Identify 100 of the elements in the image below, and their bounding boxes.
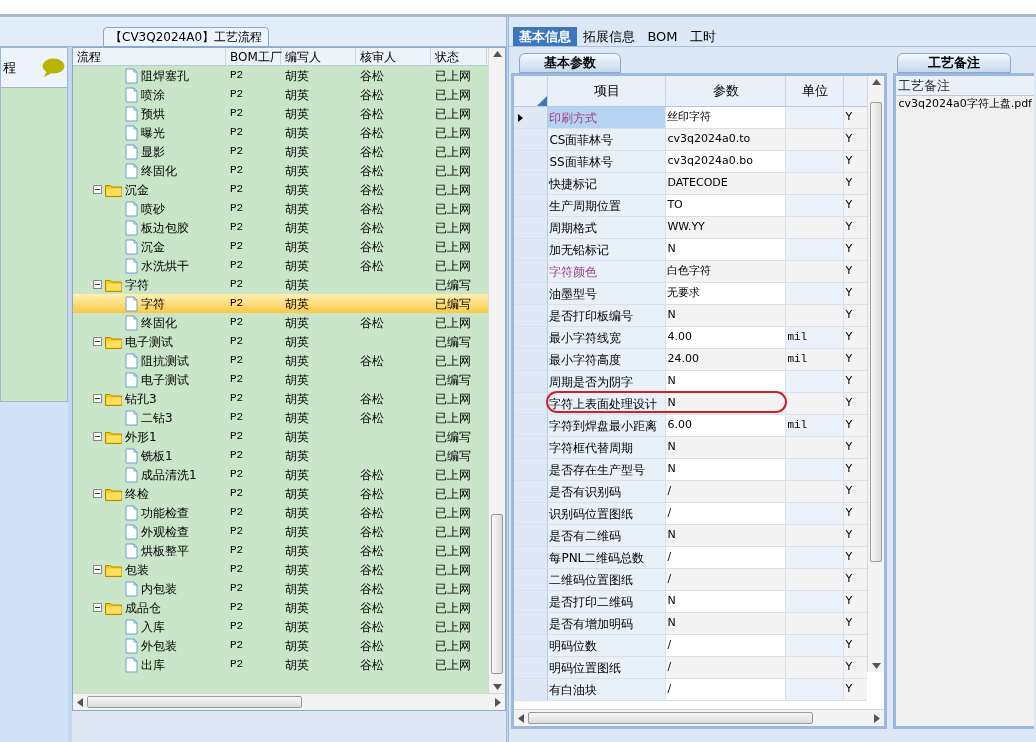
- param-row[interactable]: 有白油块 / Y: [514, 679, 868, 701]
- table-cell-text: 胡英: [285, 542, 309, 560]
- scroll-up-icon[interactable]: [871, 79, 881, 85]
- collapse-toggle[interactable]: [93, 565, 102, 574]
- tree-row[interactable]: 终固化 P2 胡英 谷松 已上网: [73, 313, 488, 332]
- tree-row[interactable]: 出库 P2 胡英 谷松 已上网: [73, 655, 488, 674]
- param-row[interactable]: 生产周期位置 TO Y: [514, 195, 868, 217]
- tree-row[interactable]: 包装 P2 胡英 谷松 已上网: [73, 560, 488, 579]
- param-row[interactable]: 识别码位置图纸 / Y: [514, 503, 868, 525]
- tree-row[interactable]: 入库 P2 胡英 谷松 已上网: [73, 617, 488, 636]
- table-cell-text: P2: [230, 163, 244, 179]
- collapse-toggle[interactable]: [93, 603, 102, 612]
- tree-row[interactable]: 板边包胶 P2 胡英 谷松 已上网: [73, 218, 488, 237]
- collapse-toggle[interactable]: [93, 489, 102, 498]
- scroll-down-icon[interactable]: [871, 663, 881, 669]
- tree-row[interactable]: 外形1 P2 胡英 已编写: [73, 427, 488, 446]
- tree-row[interactable]: 铣板1 P2 胡英 已编写: [73, 446, 488, 465]
- column-header[interactable]: 流程: [73, 48, 226, 66]
- tree-row[interactable]: 电子测试 P2 胡英 已编写: [73, 332, 488, 351]
- tab[interactable]: BOM: [641, 27, 684, 46]
- horizontal-scrollbar[interactable]: [514, 709, 885, 726]
- tree-row[interactable]: 水洗烘干 P2 胡英 谷松 已上网: [73, 256, 488, 275]
- tree-row[interactable]: 阻焊塞孔 P2 胡英 谷松 已上网: [73, 66, 488, 85]
- param-row[interactable]: 二维码位置图纸 / Y: [514, 569, 868, 591]
- tree-row[interactable]: 喷砂 P2 胡英 谷松 已上网: [73, 199, 488, 218]
- attachment-file[interactable]: cv3q2024a0字符上盘.pdf: [896, 96, 1034, 113]
- param-row[interactable]: 是否打印二维码 N Y: [514, 591, 868, 613]
- tree-row[interactable]: 烘板整平 P2 胡英 谷松 已上网: [73, 541, 488, 560]
- column-header[interactable]: 参数: [712, 81, 739, 101]
- tree-row[interactable]: 二钻3 P2 胡英 谷松 已上网: [73, 408, 488, 427]
- param-row[interactable]: 周期格式 WW.YY Y: [514, 217, 868, 239]
- collapse-toggle[interactable]: [93, 394, 102, 403]
- column-header[interactable]: BOM工厂: [226, 48, 281, 66]
- tree-row[interactable]: 阻抗测试 P2 胡英 谷松 已上网: [73, 351, 488, 370]
- tree-row[interactable]: 外包装 P2 胡英 谷松 已上网: [73, 636, 488, 655]
- param-row[interactable]: 油墨型号 无要求 Y: [514, 283, 868, 305]
- param-row[interactable]: 是否有增加明码 N Y: [514, 613, 868, 635]
- scroll-right-icon[interactable]: [495, 697, 501, 707]
- panel-tab[interactable]: 工艺备注: [897, 53, 1012, 73]
- param-row[interactable]: 是否存在生产型号 N Y: [514, 459, 868, 481]
- tab[interactable]: 工时: [683, 27, 722, 46]
- tree-row[interactable]: 预烘 P2 胡英 谷松 已上网: [73, 104, 488, 123]
- scroll-left-icon[interactable]: [77, 697, 83, 707]
- param-row[interactable]: 快捷标记 DATECODE Y: [514, 173, 868, 195]
- param-row[interactable]: 字符上表面处理设计 N Y: [514, 393, 868, 415]
- param-row[interactable]: 最小字符高度 24.00 mil Y: [514, 349, 868, 371]
- collapse-toggle[interactable]: [93, 185, 102, 194]
- tab[interactable]: 拓展信息: [577, 27, 642, 46]
- scroll-left-icon[interactable]: [518, 713, 525, 723]
- tree-row[interactable]: 曝光 P2 胡英 谷松 已上网: [73, 123, 488, 142]
- param-row[interactable]: 周期是否为阴字 N Y: [514, 371, 868, 393]
- tree-row[interactable]: 功能检查 P2 胡英 谷松 已上网: [73, 503, 488, 522]
- tree-row[interactable]: 成品清洗1 P2 胡英 谷松 已上网: [73, 465, 488, 484]
- tree-row[interactable]: 沉金 P2 胡英 谷松 已上网: [73, 180, 488, 199]
- tree-row[interactable]: 终固化 P2 胡英 谷松 已上网: [73, 161, 488, 180]
- scroll-thumb[interactable]: [528, 712, 814, 724]
- tree-row[interactable]: 外观检查 P2 胡英 谷松 已上网: [73, 522, 488, 541]
- param-row[interactable]: 是否有识别码 / Y: [514, 481, 868, 503]
- param-row[interactable]: 字符颜色 白色字符 Y: [514, 261, 868, 283]
- param-row[interactable]: 加无铅标记 N Y: [514, 239, 868, 261]
- vertical-scrollbar[interactable]: [867, 76, 885, 672]
- tree-row[interactable]: 字符 P2 胡英 已编写: [73, 294, 488, 313]
- horizontal-scrollbar[interactable]: [73, 693, 505, 710]
- tree-row[interactable]: 显影 P2 胡英 谷松 已上网: [73, 142, 488, 161]
- param-row[interactable]: CS面菲林号 cv3q2024a0.to Y: [514, 129, 868, 151]
- collapse-toggle[interactable]: [93, 432, 102, 441]
- tree-row[interactable]: 喷涂 P2 胡英 谷松 已上网: [73, 85, 488, 104]
- param-row[interactable]: 明码位数 / Y: [514, 635, 868, 657]
- scroll-thumb[interactable]: [491, 514, 503, 674]
- scroll-up-icon[interactable]: [492, 51, 502, 57]
- column-header[interactable]: 单位: [801, 81, 828, 101]
- tree-row[interactable]: 终检 P2 胡英 谷松 已上网: [73, 484, 488, 503]
- column-header[interactable]: 项目: [593, 81, 620, 101]
- column-header[interactable]: 编写人: [281, 48, 356, 66]
- param-row[interactable]: 最小字符线宽 4.00 mil Y: [514, 327, 868, 349]
- param-row[interactable]: 字符框代替周期 N Y: [514, 437, 868, 459]
- column-header[interactable]: 核审人: [356, 48, 431, 66]
- tab[interactable]: 基本信息: [513, 27, 578, 46]
- scroll-right-icon[interactable]: [874, 713, 881, 723]
- param-row[interactable]: 是否有二维码 N Y: [514, 525, 868, 547]
- param-row[interactable]: SS面菲林号 cv3q2024a0.bo Y: [514, 151, 868, 173]
- tree-row[interactable]: 沉金 P2 胡英 谷松 已上网: [73, 237, 488, 256]
- param-row[interactable]: 每PNL二维码总数 / Y: [514, 547, 868, 569]
- tree-row[interactable]: 钻孔3 P2 胡英 谷松 已上网: [73, 389, 488, 408]
- tree-row[interactable]: 字符 P2 胡英 已编写: [73, 275, 488, 294]
- param-row[interactable]: 明码位置图纸 / Y: [514, 657, 868, 679]
- tree-row[interactable]: 内包装 P2 胡英 谷松 已上网: [73, 579, 488, 598]
- param-row[interactable]: 字符到焊盘最小距离 6.00 mil Y: [514, 415, 868, 437]
- tree-row[interactable]: 电子测试 P2 胡英 已编写: [73, 370, 488, 389]
- scroll-thumb[interactable]: [87, 696, 302, 708]
- scroll-down-icon[interactable]: [492, 684, 502, 690]
- collapse-toggle[interactable]: [93, 280, 102, 289]
- collapse-toggle[interactable]: [93, 337, 102, 346]
- param-row[interactable]: 是否打印板编号 N Y: [514, 305, 868, 327]
- tree-row[interactable]: 成品仓 P2 胡英 谷松 已上网: [73, 598, 488, 617]
- column-header[interactable]: 状态: [431, 48, 487, 66]
- panel-tab[interactable]: 基本参数: [519, 53, 622, 73]
- scroll-thumb[interactable]: [870, 102, 883, 562]
- param-row[interactable]: 印刷方式 丝印字符 Y: [514, 107, 868, 129]
- vertical-scrollbar[interactable]: [488, 48, 505, 693]
